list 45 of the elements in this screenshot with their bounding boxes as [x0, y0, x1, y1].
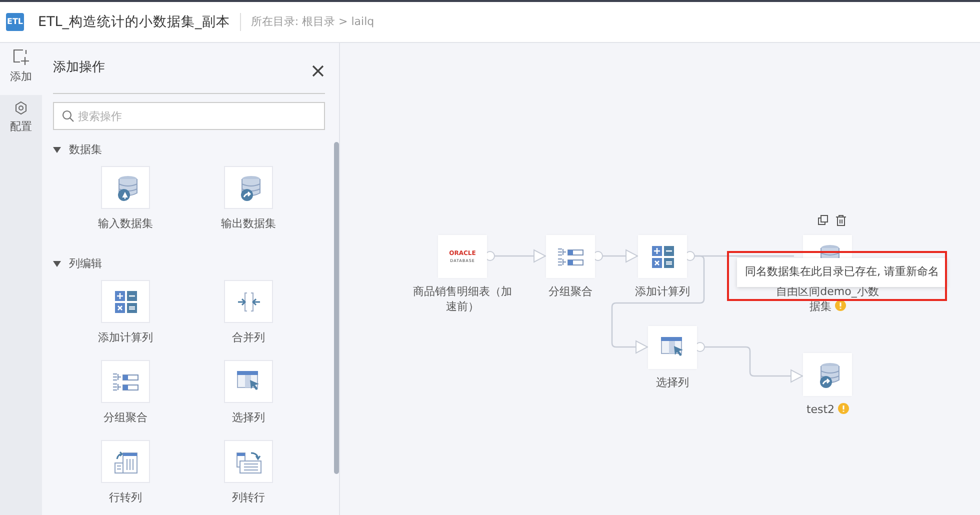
scrollbar[interactable] [334, 142, 339, 474]
section-header[interactable]: 数据集 [53, 142, 102, 158]
column-to-row-icon [236, 450, 262, 474]
operation-item[interactable]: 行转列 [64, 440, 187, 515]
caret-icon [53, 147, 61, 153]
node-label: 选择列 [655, 375, 690, 390]
operation-item[interactable]: 列转行 [187, 440, 310, 515]
node-label: 添加计算列 [634, 284, 691, 299]
app-logo: ETL [6, 13, 24, 31]
caret-icon [53, 261, 61, 267]
copy-icon[interactable] [818, 215, 828, 225]
connector-line [494, 255, 534, 257]
flow-node[interactable] [546, 235, 595, 278]
calculator-icon [652, 246, 674, 268]
group-icon [558, 246, 584, 266]
sidebar-tab[interactable]: 配置 [0, 95, 42, 147]
select-column-icon [660, 336, 684, 358]
error-tooltip: 同名数据集在此目录已存在, 请重新命名 [737, 258, 947, 286]
window-title: ETL_构造统计的小数据集_副本 [24, 13, 241, 31]
node-label: 商品销售明细表（加速前） [412, 284, 513, 314]
node-label: 分组聚合 [548, 284, 594, 299]
flow-node[interactable] [648, 326, 697, 369]
panel-title: 添加操作 [53, 59, 105, 78]
operation-item[interactable]: 添加计算列 [64, 280, 187, 360]
group-icon [112, 372, 138, 392]
section-header[interactable]: 列编辑 [53, 256, 102, 272]
node-label: test2 [788, 402, 868, 417]
add-icon [13, 49, 29, 65]
settings-icon [14, 101, 28, 115]
flow-node[interactable] [803, 353, 852, 396]
calculator-icon [114, 290, 136, 312]
directory-path: 所在目录: 根目录 > lailq [250, 14, 374, 30]
operation-item[interactable]: 分组聚合 [64, 360, 187, 440]
merge-columns-icon [238, 292, 260, 312]
operation-item[interactable]: 输出数据集 [187, 166, 310, 246]
select-column-icon [236, 370, 260, 392]
operation-item[interactable]: 合并列 [187, 280, 310, 360]
row-to-column-icon [114, 450, 138, 474]
search-icon [62, 110, 74, 122]
search-field[interactable]: 搜索操作 [53, 102, 325, 130]
sidebar-tab[interactable]: 添加 [0, 43, 42, 95]
flow-node[interactable] [638, 235, 687, 278]
operation-item[interactable]: 选择列 [187, 360, 310, 440]
delete-icon[interactable] [836, 215, 846, 226]
operation-item[interactable]: 输入数据集 [64, 166, 187, 246]
